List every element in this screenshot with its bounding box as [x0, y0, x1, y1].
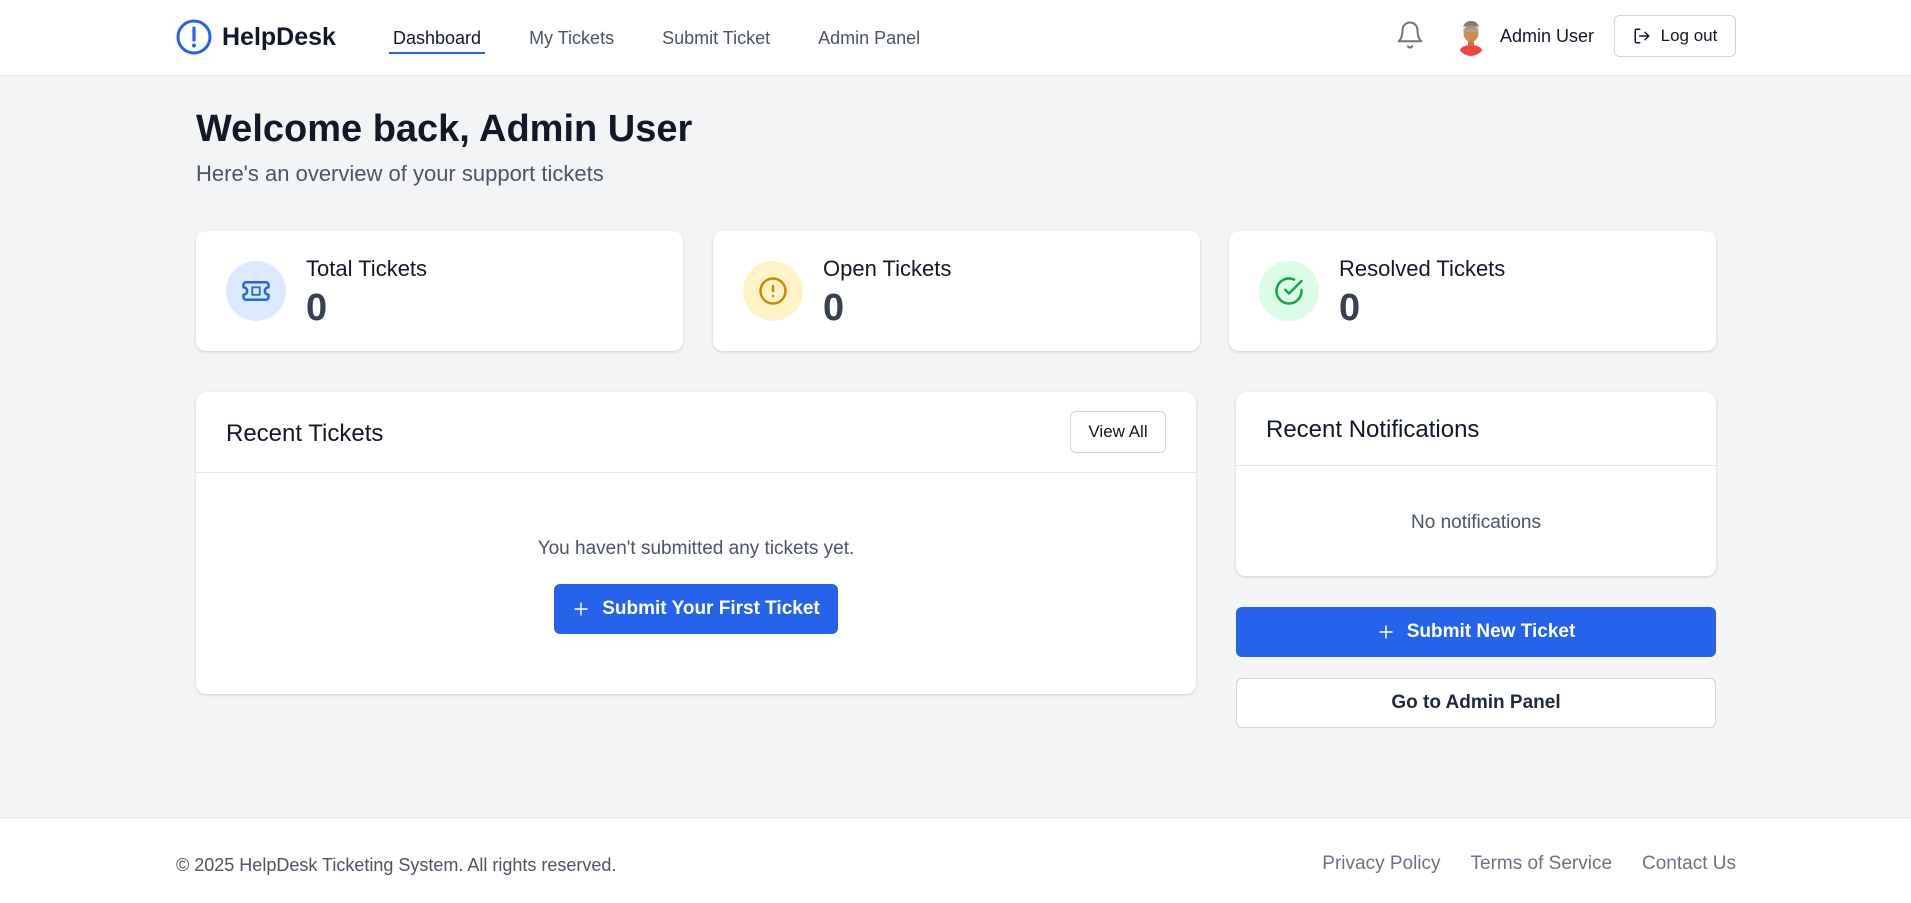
- stat-value: 0: [823, 287, 845, 329]
- logout-label: Log out: [1660, 26, 1718, 45]
- ticket-icon-wrapper: [226, 261, 286, 321]
- logout-icon: [1634, 28, 1650, 44]
- nav-dashboard[interactable]: Dashboard: [389, 22, 486, 54]
- main-nav: Dashboard My Tickets Submit Ticket Admin…: [389, 22, 964, 54]
- user-name: Admin User: [1500, 26, 1595, 46]
- view-all-button[interactable]: View All: [1070, 411, 1166, 453]
- stat-label: Total Tickets: [306, 256, 428, 281]
- recent-notifications-panel: Recent Notifications No notifications: [1236, 392, 1716, 576]
- footer: © 2025 HelpDesk Ticketing System. All ri…: [0, 817, 1911, 903]
- stat-value: 0: [306, 287, 328, 329]
- plus-icon: [1378, 625, 1393, 639]
- brand-name: HelpDesk: [222, 22, 336, 51]
- ticket-icon: [242, 281, 270, 301]
- nav-my-tickets[interactable]: My Tickets: [525, 22, 618, 54]
- page-subtitle: Here's an overview of your support ticke…: [196, 161, 604, 186]
- stat-card-total-tickets: Total Tickets 0: [196, 231, 683, 351]
- brand-logo[interactable]: HelpDesk: [176, 17, 336, 57]
- avatar[interactable]: [1455, 18, 1487, 56]
- logout-button[interactable]: Log out: [1614, 15, 1736, 57]
- empty-state-text: No notifications: [1411, 512, 1541, 533]
- check-circle-icon: [1275, 277, 1303, 305]
- submit-new-ticket-label: Submit New Ticket: [1406, 621, 1576, 642]
- alert-circle-logo-icon: [176, 19, 212, 55]
- nav-admin-panel[interactable]: Admin Panel: [814, 22, 924, 54]
- stat-card-open-tickets: Open Tickets 0: [713, 231, 1200, 351]
- panel-header: Recent Tickets View All: [196, 392, 1196, 473]
- top-navbar: HelpDesk Dashboard My Tickets Submit Tic…: [0, 0, 1911, 76]
- recent-tickets-panel: Recent Tickets View All You haven't subm…: [196, 392, 1196, 694]
- go-to-admin-panel-button[interactable]: Go to Admin Panel: [1236, 678, 1716, 728]
- contact-us-link[interactable]: Contact Us: [1642, 853, 1736, 875]
- stat-label: Open Tickets: [823, 256, 952, 281]
- plus-icon: [574, 602, 588, 616]
- panel-title: Recent Tickets: [226, 420, 384, 447]
- panel-title: Recent Notifications: [1266, 416, 1480, 443]
- nav-submit-ticket[interactable]: Submit Ticket: [658, 22, 774, 54]
- stat-label: Resolved Tickets: [1339, 256, 1506, 281]
- empty-state-text: You haven't submitted any tickets yet.: [537, 538, 855, 559]
- alert-icon-wrapper: [743, 261, 803, 321]
- submit-first-ticket-button[interactable]: Submit Your First Ticket: [554, 584, 838, 634]
- bell-icon[interactable]: [1395, 20, 1425, 50]
- footer-links: Privacy Policy Terms of Service Contact …: [1322, 853, 1736, 875]
- submit-first-ticket-label: Submit Your First Ticket: [602, 598, 820, 619]
- terms-of-service-link[interactable]: Terms of Service: [1471, 853, 1612, 875]
- stat-value: 0: [1339, 287, 1361, 329]
- stat-card-resolved-tickets: Resolved Tickets 0: [1229, 231, 1716, 351]
- page-title: Welcome back, Admin User: [196, 108, 693, 150]
- copyright-text: © 2025 HelpDesk Ticketing System. All ri…: [176, 855, 617, 875]
- check-icon-wrapper: [1259, 261, 1319, 321]
- alert-circle-icon: [759, 277, 787, 305]
- privacy-policy-link[interactable]: Privacy Policy: [1322, 853, 1440, 875]
- submit-new-ticket-button[interactable]: Submit New Ticket: [1236, 607, 1716, 657]
- panel-header: Recent Notifications: [1236, 392, 1716, 466]
